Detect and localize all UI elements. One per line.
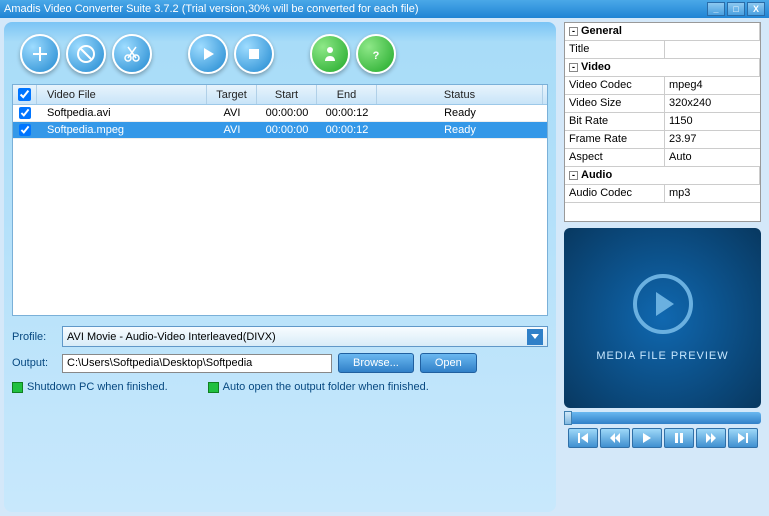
list-header: Video File Target Start End Status: [13, 85, 547, 105]
close-button[interactable]: X: [747, 2, 765, 16]
col-file-header[interactable]: Video File: [37, 85, 207, 104]
prev-button[interactable]: [568, 428, 598, 448]
svg-text:?: ?: [373, 50, 380, 62]
prop-key: Title: [565, 41, 665, 58]
cell-file: Softpedia.mpeg: [37, 122, 207, 138]
cell-status: Ready: [377, 122, 543, 138]
convert-button[interactable]: [188, 34, 228, 74]
cell-start: 00:00:00: [257, 105, 317, 121]
help-button[interactable]: ?: [356, 34, 396, 74]
col-end-header[interactable]: End: [317, 85, 377, 104]
browse-button[interactable]: Browse...: [338, 353, 414, 373]
cell-target: AVI: [207, 105, 257, 121]
prop-key: Video Size: [565, 95, 665, 112]
col-start-header[interactable]: Start: [257, 85, 317, 104]
shutdown-checkbox[interactable]: Shutdown PC when finished.: [12, 381, 168, 393]
prop-value[interactable]: 1150: [665, 113, 760, 130]
property-row[interactable]: Video Size320x240: [565, 95, 760, 113]
table-row[interactable]: Softpedia.mpegAVI00:00:0000:00:12Ready: [13, 122, 547, 139]
about-button[interactable]: [310, 34, 350, 74]
property-row[interactable]: Audio Codecmp3: [565, 185, 760, 203]
prop-value[interactable]: 23.97: [665, 131, 760, 148]
window-title: Amadis Video Converter Suite 3.7.2 (Tria…: [4, 3, 707, 15]
open-button[interactable]: Open: [420, 353, 477, 373]
autoopen-checkbox[interactable]: Auto open the output folder when finishe…: [208, 381, 429, 393]
col-target-header[interactable]: Target: [207, 85, 257, 104]
row-checkbox[interactable]: [19, 107, 31, 119]
player-controls: [564, 428, 761, 448]
prop-key: Frame Rate: [565, 131, 665, 148]
right-panel: -GeneralTitle-VideoVideo Codecmpeg4Video…: [560, 18, 765, 516]
play-preview-icon: [633, 274, 693, 334]
checkbox-icon: [12, 382, 23, 393]
pause-button[interactable]: [664, 428, 694, 448]
prop-key: Audio Codec: [565, 185, 665, 202]
property-row[interactable]: Frame Rate23.97: [565, 131, 760, 149]
property-row[interactable]: AspectAuto: [565, 149, 760, 167]
property-row[interactable]: -General: [565, 23, 760, 41]
shutdown-label: Shutdown PC when finished.: [27, 381, 168, 393]
autoopen-label: Auto open the output folder when finishe…: [223, 381, 429, 393]
cell-status: Ready: [377, 105, 543, 121]
profile-value: AVI Movie - Audio-Video Interleaved(DIVX…: [67, 331, 276, 343]
col-check-header[interactable]: [13, 85, 37, 104]
prop-value[interactable]: 320x240: [665, 95, 760, 112]
collapse-icon[interactable]: -: [569, 27, 578, 36]
row-checkbox[interactable]: [19, 124, 31, 136]
prop-key: Video Codec: [565, 77, 665, 94]
titlebar: Amadis Video Converter Suite 3.7.2 (Tria…: [0, 0, 769, 18]
seek-slider[interactable]: [564, 412, 761, 424]
properties-grid[interactable]: -GeneralTitle-VideoVideo Codecmpeg4Video…: [564, 22, 761, 222]
output-input[interactable]: [62, 354, 332, 373]
file-list: Video File Target Start End Status Softp…: [12, 84, 548, 316]
chevron-down-icon: [527, 329, 543, 345]
profile-select[interactable]: AVI Movie - Audio-Video Interleaved(DIVX…: [62, 326, 548, 347]
remove-file-button[interactable]: [66, 34, 106, 74]
next-button[interactable]: [728, 428, 758, 448]
cell-target: AVI: [207, 122, 257, 138]
seek-thumb[interactable]: [564, 411, 572, 425]
cell-end: 00:00:12: [317, 105, 377, 121]
maximize-button[interactable]: □: [727, 2, 745, 16]
prop-value[interactable]: Auto: [665, 149, 760, 166]
col-status-header[interactable]: Status: [377, 85, 543, 104]
trim-button[interactable]: [112, 34, 152, 74]
preview-label: MEDIA FILE PREVIEW: [596, 350, 728, 362]
prop-value[interactable]: mp3: [665, 185, 760, 202]
stop-button[interactable]: [234, 34, 274, 74]
forward-button[interactable]: [696, 428, 726, 448]
toolbar: ?: [12, 30, 548, 84]
minimize-button[interactable]: _: [707, 2, 725, 16]
table-row[interactable]: Softpedia.aviAVI00:00:0000:00:12Ready: [13, 105, 547, 122]
prop-key: Aspect: [565, 149, 665, 166]
cell-file: Softpedia.avi: [37, 105, 207, 121]
profile-label: Profile:: [12, 331, 56, 343]
collapse-icon[interactable]: -: [569, 171, 578, 180]
prop-value[interactable]: [665, 41, 760, 58]
preview-panel: MEDIA FILE PREVIEW: [564, 228, 761, 408]
prop-key: Bit Rate: [565, 113, 665, 130]
add-file-button[interactable]: [20, 34, 60, 74]
checkbox-icon: [208, 382, 219, 393]
prop-value[interactable]: mpeg4: [665, 77, 760, 94]
rewind-button[interactable]: [600, 428, 630, 448]
left-panel: ? Video File Target Start End Status Sof…: [4, 22, 556, 512]
output-label: Output:: [12, 357, 56, 369]
property-row[interactable]: Bit Rate1150: [565, 113, 760, 131]
property-row[interactable]: Title: [565, 41, 760, 59]
play-button[interactable]: [632, 428, 662, 448]
collapse-icon[interactable]: -: [569, 63, 578, 72]
cell-end: 00:00:12: [317, 122, 377, 138]
property-row[interactable]: -Audio: [565, 167, 760, 185]
property-row[interactable]: Video Codecmpeg4: [565, 77, 760, 95]
cell-start: 00:00:00: [257, 122, 317, 138]
property-row[interactable]: -Video: [565, 59, 760, 77]
